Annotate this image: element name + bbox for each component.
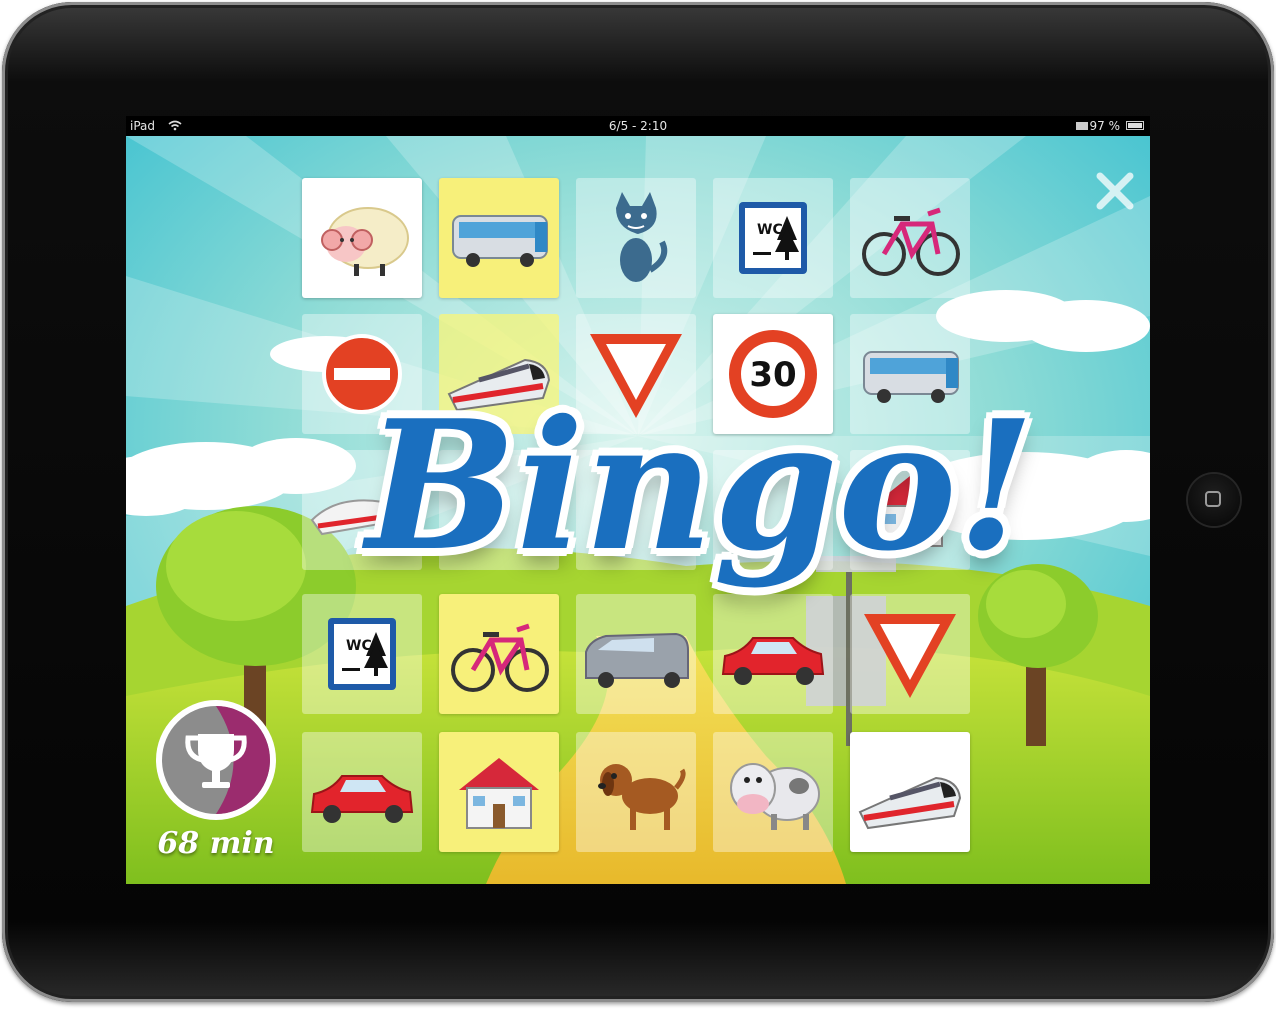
- red-car-icon: [310, 775, 414, 823]
- home-square-icon: [1205, 491, 1221, 507]
- train-icon: [858, 776, 962, 830]
- bingo-tile-0-0[interactable]: [302, 178, 422, 298]
- time-remaining: 68 min: [157, 826, 275, 861]
- bicycle-icon: [862, 207, 960, 276]
- bingo-tile-0-2[interactable]: [576, 178, 696, 298]
- bingo-tile-4-1[interactable]: [439, 732, 559, 852]
- app-screen: iPad 6/5 - 2:10 97 % WC 30 WC 68 min Bin…: [126, 116, 1150, 884]
- bingo-tile-0-1[interactable]: [439, 178, 559, 298]
- bingo-tile-4-4[interactable]: [850, 732, 970, 852]
- wc-sign-icon: WC: [739, 202, 807, 274]
- game-scene: WC 30 WC 68 min Bingo!: [126, 136, 1150, 884]
- cow-icon: [730, 763, 820, 830]
- cat-icon: [616, 192, 668, 282]
- battery-percent: 97 %: [1089, 119, 1121, 133]
- bingo-title: Bingo!: [366, 381, 1035, 590]
- trophy-timer-badge[interactable]: [154, 698, 278, 822]
- battery-icon: [1126, 121, 1144, 130]
- bingo-tile-4-0[interactable]: [302, 732, 422, 852]
- house-icon: [459, 758, 539, 829]
- home-button[interactable]: [1188, 474, 1240, 526]
- bingo-tile-4-2[interactable]: [576, 732, 696, 852]
- status-time: 6/5 - 2:10: [608, 119, 668, 133]
- mail-icon: [1076, 122, 1088, 130]
- bingo-tile-4-3[interactable]: [713, 732, 833, 852]
- sheep-icon: [321, 207, 409, 276]
- close-icon[interactable]: [1090, 166, 1140, 216]
- bus-icon: [452, 215, 548, 267]
- bingo-tile-0-4[interactable]: [850, 178, 970, 298]
- dog-icon: [598, 764, 686, 830]
- bingo-tile-0-3[interactable]: WC: [713, 178, 833, 298]
- status-bar: iPad 6/5 - 2:10 97 %: [126, 116, 1150, 136]
- bingo-banner: Bingo!: [366, 376, 1035, 616]
